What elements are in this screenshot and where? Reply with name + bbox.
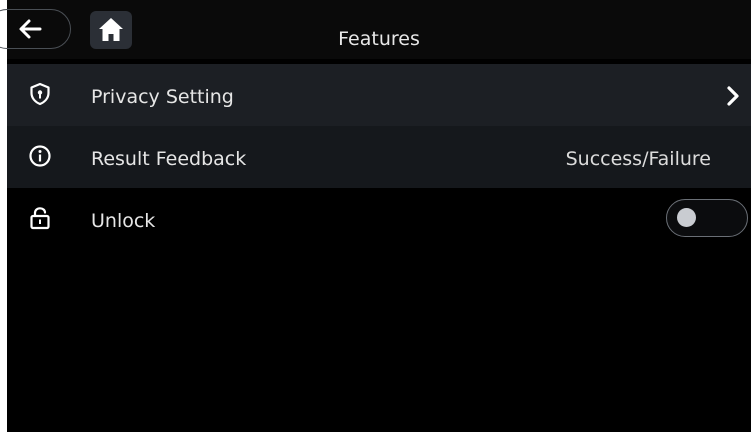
shield-icon — [30, 82, 50, 106]
home-icon — [99, 18, 123, 41]
unlock-toggle[interactable] — [666, 199, 748, 237]
unlock-row: Unlock — [7, 188, 751, 250]
back-button[interactable] — [0, 9, 73, 50]
privacy-setting-row[interactable]: Privacy Setting — [7, 64, 751, 126]
result-feedback-label: Result Feedback — [91, 148, 247, 170]
arrow-left-icon — [19, 19, 42, 39]
unlock-label: Unlock — [91, 210, 156, 232]
privacy-setting-label: Privacy Setting — [91, 86, 234, 108]
chevron-right-icon — [727, 86, 739, 106]
result-feedback-row[interactable]: Result Feedback Success/Failure — [7, 126, 751, 188]
unlock-icon — [30, 207, 50, 230]
toggle-knob — [677, 208, 696, 227]
result-feedback-value: Success/Failure — [565, 148, 711, 170]
info-icon — [29, 145, 51, 167]
home-button[interactable] — [90, 11, 132, 49]
header-bar: Features — [0, 0, 751, 59]
features-screen: Features Privacy Setting Result Feedback… — [0, 0, 751, 432]
